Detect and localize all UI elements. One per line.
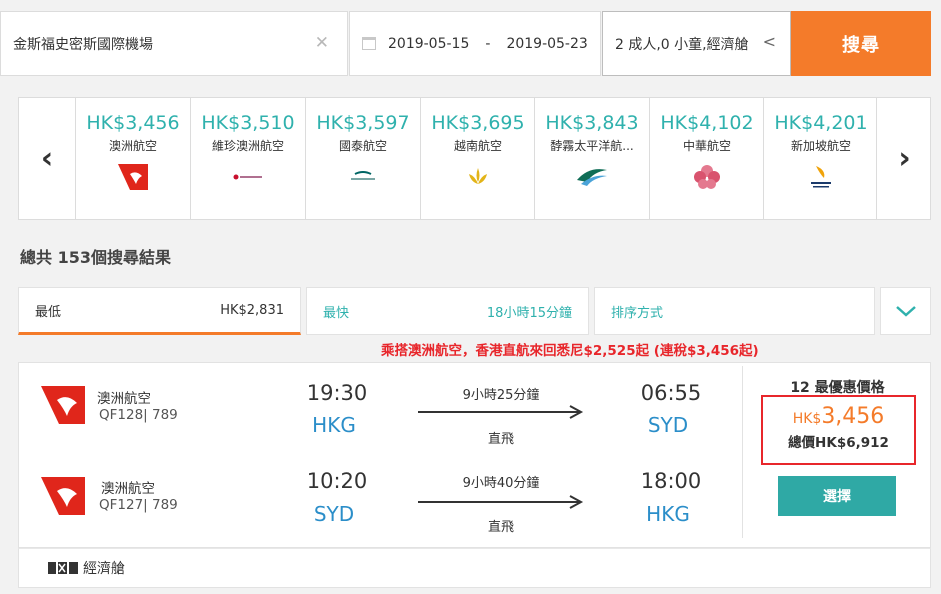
chevron-left-icon: < (762, 32, 776, 51)
destination-field[interactable]: 金斯福史密斯國際機場 ✕ (0, 11, 348, 76)
carousel-price: HK$3,843 (545, 112, 639, 134)
carousel-airline: 維珍澳洲航空 (211, 139, 284, 153)
leg-departure-airport: HKG (312, 413, 356, 437)
search-bar: 金斯福史密斯國際機場 ✕ 2019-05-15 - 2019-05-23 2 成… (0, 0, 941, 88)
carousel-airline: 澳洲航空 (108, 139, 157, 153)
leg-departure-airport: SYD (313, 502, 355, 526)
leg-duration: 9小時25分鐘 (462, 388, 540, 403)
chevron-right-icon: › (898, 141, 911, 176)
seat-ticket-icon (48, 562, 78, 574)
carousel-prev-button[interactable]: ‹ (19, 98, 75, 219)
sort-expand-button[interactable] (880, 287, 931, 335)
passenger-value: 2 成人,0 小童,經濟艙 (615, 36, 749, 53)
carousel-price: HK$3,597 (316, 112, 410, 134)
sort-order-label: 排序方式 (611, 305, 664, 321)
carousel-price: HK$4,201 (774, 112, 868, 134)
carousel-item-cathay-pacific[interactable]: HK$3,597 國泰航空 (305, 98, 420, 219)
carousel-item-airline-5[interactable]: HK$3,843 馞霧太平洋航... (534, 98, 649, 219)
carousel-airline: 新加坡航空 (790, 139, 851, 153)
qantas-logo-icon (41, 386, 85, 424)
carousel-airline: 越南航空 (453, 139, 502, 153)
promo-banner[interactable]: 乘搭澳洲航空，香港直航來回悉尼$2,525起 (連稅$3,456起) (381, 339, 759, 359)
leg-arrival-airport: SYD (647, 413, 689, 437)
carousel-price: HK$4,102 (660, 112, 754, 134)
airline-logo-icon (577, 169, 607, 186)
price-highlight-box: HK$3,456 總價HK$6,912 (761, 395, 916, 465)
leg-duration: 9小時40分鐘 (462, 476, 540, 491)
leg-airline: 澳洲航空 (101, 481, 155, 497)
depart-date: 2019-05-15 (388, 35, 470, 52)
destination-value: 金斯福史密斯國際機場 (13, 36, 153, 53)
leg-flight-number: QF128| 789 (99, 407, 178, 423)
virgin-australia-logo-icon (233, 174, 262, 180)
arrow-right-icon (418, 495, 584, 509)
carousel-price: HK$3,695 (431, 112, 525, 134)
leg-arrival-airport: HKG (646, 502, 690, 526)
price-amount: 3,456 (821, 404, 885, 429)
qantas-logo-icon (118, 164, 148, 190)
carousel-item-china-airlines[interactable]: HK$4,102 中華航空 (649, 98, 764, 219)
leg-airline: 澳洲航空 (97, 391, 151, 407)
price-divider (742, 366, 743, 538)
carousel-price: HK$3,510 (201, 112, 295, 134)
sort-order-dropdown[interactable]: 排序方式 (594, 287, 875, 335)
price-total: 總價HK$6,912 (788, 435, 889, 451)
cabin-class-label: 經濟艙 (83, 561, 125, 577)
sort-cheapest-value: HK$2,831 (220, 302, 284, 318)
carousel-price: HK$3,456 (86, 112, 180, 134)
date-separator: - (485, 35, 491, 52)
sort-tab-fastest[interactable]: 最快 18小時15分鐘 (306, 287, 589, 335)
carousel-item-virgin-australia[interactable]: HK$3,510 維珍澳洲航空 (190, 98, 305, 219)
airline-price-carousel: ‹ HK$3,456 澳洲航空 HK$3,510 維珍澳洲航空 HK$3,597… (18, 97, 931, 220)
leg-departure-time: 19:30 (306, 381, 368, 405)
price-title: 12 最優惠價格 (790, 380, 885, 396)
price-per-person: HK$3,456 (763, 404, 914, 429)
results-count: 總共 153個搜尋結果 (20, 248, 171, 267)
carousel-item-vietnam-airlines[interactable]: HK$3,695 越南航空 (420, 98, 535, 219)
carousel-item-qantas[interactable]: HK$3,456 澳洲航空 (75, 98, 190, 219)
arrow-right-icon (418, 405, 584, 419)
leg-departure-time: 10:20 (306, 469, 368, 493)
calendar-icon (362, 37, 376, 50)
carousel-airline: 中華航空 (682, 139, 731, 153)
flight-card-footer (18, 548, 931, 588)
carousel-item-singapore-airlines[interactable]: HK$4,201 新加坡航空 (763, 98, 878, 219)
carousel-next-button[interactable]: › (876, 98, 932, 219)
carousel-airline: 馞霧太平洋航... (550, 139, 634, 153)
date-range-field[interactable]: 2019-05-15 - 2019-05-23 (349, 11, 601, 76)
sort-fastest-value: 18小時15分鐘 (486, 305, 572, 321)
search-button[interactable]: 搜尋 (791, 11, 931, 76)
leg-flight-number: QF127| 789 (99, 497, 178, 513)
chevron-down-icon (895, 306, 916, 317)
leg-arrival-time: 06:55 (640, 381, 702, 405)
leg-arrival-time: 18:00 (640, 469, 702, 493)
carousel-airline: 國泰航空 (338, 139, 387, 153)
china-airlines-logo-icon (694, 165, 720, 189)
sort-tab-cheapest[interactable]: 最低 HK$2,831 (18, 287, 301, 335)
passenger-selector[interactable]: 2 成人,0 小童,經濟艙 < (602, 11, 791, 76)
chevron-left-icon: ‹ (40, 141, 54, 176)
select-button[interactable]: 選擇 (778, 476, 896, 516)
vietnam-airlines-logo-icon (469, 168, 487, 184)
singapore-airlines-logo-icon (811, 166, 831, 188)
return-date: 2019-05-23 (506, 35, 588, 52)
qantas-logo-icon (41, 477, 85, 515)
leg-stop-type: 直飛 (487, 520, 514, 535)
clear-icon[interactable]: ✕ (315, 34, 329, 52)
price-currency: HK$ (792, 411, 822, 427)
cathay-pacific-logo-icon (351, 171, 375, 180)
leg-stop-type: 直飛 (487, 432, 514, 447)
sort-cheapest-label: 最低 (35, 304, 62, 320)
sort-fastest-label: 最快 (323, 305, 350, 321)
